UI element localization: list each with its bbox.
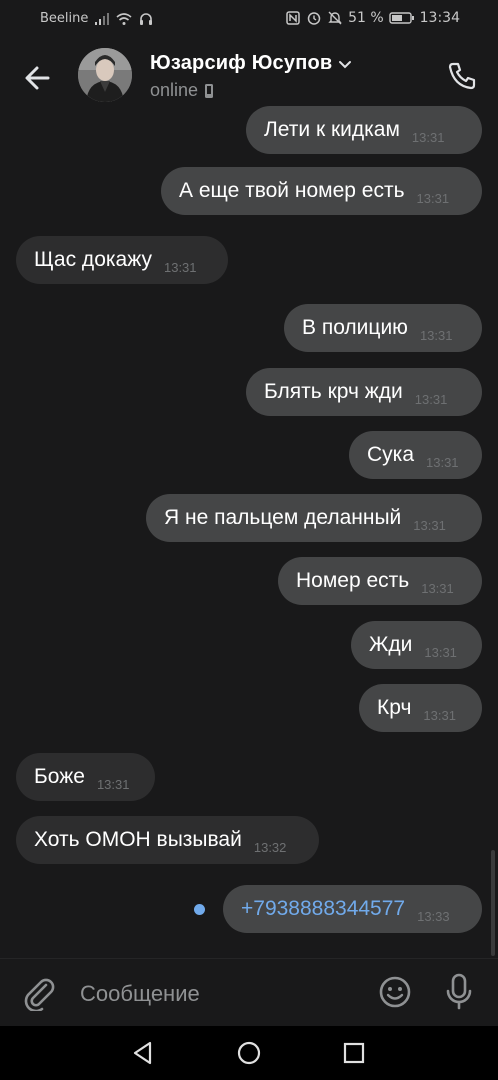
- nav-recent-apps-icon[interactable]: [342, 1041, 366, 1065]
- scrollbar[interactable]: [491, 850, 495, 956]
- message-bubble-incoming[interactable]: Боже 13:31: [16, 753, 155, 801]
- message-input[interactable]: Сообщение: [80, 981, 200, 1007]
- message-text: В полицию: [302, 316, 408, 339]
- message-text: А еще твой номер есть: [179, 179, 405, 202]
- message-time: 13:31: [416, 190, 450, 206]
- nfc-icon: [286, 11, 300, 25]
- clock: 13:34: [419, 10, 460, 26]
- message-time: 13:31: [423, 707, 456, 723]
- phone-call-icon[interactable]: [446, 60, 478, 92]
- battery-icon: [388, 12, 414, 24]
- message-time: 13:31: [421, 580, 454, 596]
- message-time: 13:31: [414, 391, 448, 407]
- mobile-icon: [205, 83, 214, 98]
- message-bubble-outgoing[interactable]: В полицию 13:31: [284, 304, 482, 352]
- message-bubble-outgoing[interactable]: Жди 13:31: [351, 621, 482, 669]
- avatar[interactable]: [78, 48, 132, 102]
- chat-header: Юзарсиф Юсупов online: [0, 38, 498, 114]
- message-bubble-incoming[interactable]: Щас докажу 13:31: [16, 236, 228, 284]
- microphone-icon[interactable]: [444, 973, 474, 1011]
- message-time: 13:31: [96, 776, 130, 792]
- message-text: Жди: [369, 633, 413, 656]
- message-bubble-outgoing[interactable]: Номер есть 13:31: [278, 557, 482, 605]
- online-status: online: [150, 80, 199, 100]
- message-bubble-incoming[interactable]: Хоть ОМОН вызывай 13:32: [16, 816, 319, 864]
- system-nav-bar: [0, 1026, 498, 1080]
- chevron-down-icon: [339, 60, 352, 68]
- avatar-photo: [78, 48, 132, 102]
- message-time: 13:31: [426, 454, 459, 470]
- message-time: 13:31: [424, 644, 457, 660]
- message-text: Щас докажу: [34, 248, 152, 271]
- message-time: 13:31: [419, 327, 453, 343]
- contact-title[interactable]: Юзарсиф Юсупов: [150, 52, 352, 75]
- alarm-icon: [307, 12, 321, 25]
- message-text: Хоть ОМОН вызывай: [34, 828, 242, 851]
- message-text: Номер есть: [296, 569, 410, 592]
- status-bar: Beeline 51 % 13:34: [0, 0, 498, 38]
- emoji-icon[interactable]: [378, 975, 412, 1009]
- mute-icon: [328, 11, 342, 25]
- headset-icon: [140, 12, 153, 25]
- carrier-label: Beeline: [40, 11, 89, 26]
- message-text: Блять крч жди: [264, 380, 403, 403]
- message-bubble-outgoing[interactable]: Я не пальцем деланный 13:31: [146, 494, 482, 542]
- message-bubble-outgoing[interactable]: +7938888344577 13:33: [223, 885, 482, 933]
- message-text: Крч: [377, 696, 412, 719]
- message-bubble-outgoing[interactable]: Лети к кидкам 13:31: [246, 106, 482, 154]
- signal-icon: [95, 12, 110, 25]
- nav-home-icon[interactable]: [236, 1040, 262, 1066]
- message-text: Лети к кидкам: [264, 118, 400, 141]
- phone-number-link[interactable]: +7938888344577: [241, 897, 405, 921]
- message-text: Боже: [34, 765, 85, 788]
- wifi-icon: [116, 12, 132, 25]
- contact-name: Юзарсиф Юсупов: [150, 52, 333, 74]
- message-time: 13:31: [411, 129, 445, 145]
- unread-indicator: [194, 904, 205, 915]
- message-bubble-outgoing[interactable]: Сука 13:31: [349, 431, 482, 479]
- back-arrow-icon[interactable]: [22, 62, 54, 94]
- paperclip-icon[interactable]: [22, 975, 56, 1011]
- nav-back-icon[interactable]: [130, 1040, 156, 1066]
- message-time: 13:33: [417, 908, 450, 924]
- message-text: Сука: [367, 443, 414, 466]
- message-text: Я не пальцем деланный: [164, 506, 402, 529]
- message-bubble-outgoing[interactable]: А еще твой номер есть 13:31: [161, 167, 482, 215]
- message-composer: Сообщение: [0, 958, 498, 1027]
- message-time: 13:31: [413, 517, 446, 533]
- message-bubble-outgoing[interactable]: Блять крч жди 13:31: [246, 368, 482, 416]
- message-time: 13:32: [253, 839, 287, 855]
- presence-row: online: [150, 80, 214, 101]
- battery-percent: 51 %: [348, 10, 384, 26]
- message-bubble-outgoing[interactable]: Крч 13:31: [359, 684, 482, 732]
- message-time: 13:31: [163, 259, 197, 275]
